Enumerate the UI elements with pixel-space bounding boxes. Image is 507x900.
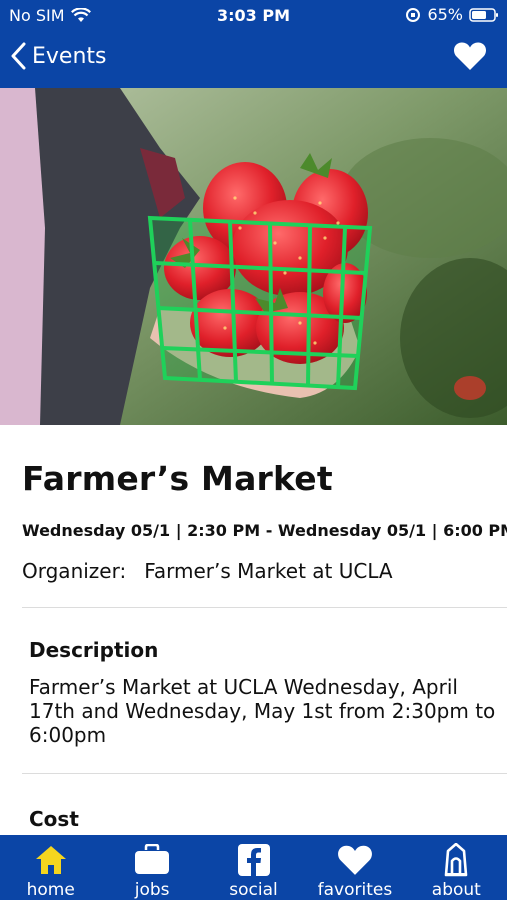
briefcase-icon: [135, 844, 170, 874]
organizer-label: Organizer:: [22, 559, 127, 583]
tab-jobs[interactable]: jobs: [101, 835, 202, 900]
rotation-lock-icon: [406, 7, 421, 22]
divider: [22, 607, 507, 608]
event-title: Farmer’s Market: [22, 459, 333, 498]
tab-favorites[interactable]: favorites: [304, 835, 405, 900]
tab-home[interactable]: home: [0, 835, 101, 900]
tab-social[interactable]: social: [203, 835, 304, 900]
facebook-icon: [237, 844, 270, 876]
heart-icon: [453, 42, 487, 70]
tab-about-label: about: [431, 880, 481, 900]
back-button[interactable]: Events: [10, 42, 107, 70]
status-bar: No SIM 3:03 PM 65%: [0, 0, 507, 30]
tab-home-label: home: [26, 880, 75, 900]
navigation-bar: Events: [0, 30, 507, 88]
chevron-left-icon: [11, 42, 26, 70]
tab-social-label: social: [229, 880, 278, 900]
battery-icon: [469, 7, 498, 22]
back-label: Events: [32, 43, 107, 69]
bell-tower-icon: [445, 843, 468, 877]
strawberry-basket-photo: [0, 88, 507, 425]
home-icon: [35, 846, 66, 874]
tab-favorites-label: favorites: [317, 880, 393, 900]
event-hero-image: [0, 88, 507, 425]
event-datetime: Wednesday 05/1 | 2:30 PM - Wednesday 05/…: [22, 521, 507, 540]
tab-jobs-label: jobs: [134, 880, 170, 900]
heart-icon: [337, 845, 372, 875]
status-right: 65%: [405, 5, 499, 24]
divider: [22, 773, 507, 774]
tab-about[interactable]: about: [406, 835, 507, 900]
event-details: Farmer’s Market Wednesday 05/1 | 2:30 PM…: [0, 425, 507, 835]
event-organizer: Organizer: Farmer’s Market at UCLA: [22, 559, 393, 583]
description-heading: Description: [29, 638, 159, 662]
tab-bar: home jobs social favorites about: [0, 835, 507, 900]
cost-heading: Cost: [29, 807, 79, 831]
organizer-value: Farmer’s Market at UCLA: [144, 559, 393, 583]
description-body: Farmer’s Market at UCLA Wednesday, April…: [29, 675, 496, 747]
favorite-button[interactable]: [453, 41, 487, 75]
battery-percent: 65%: [427, 5, 463, 24]
